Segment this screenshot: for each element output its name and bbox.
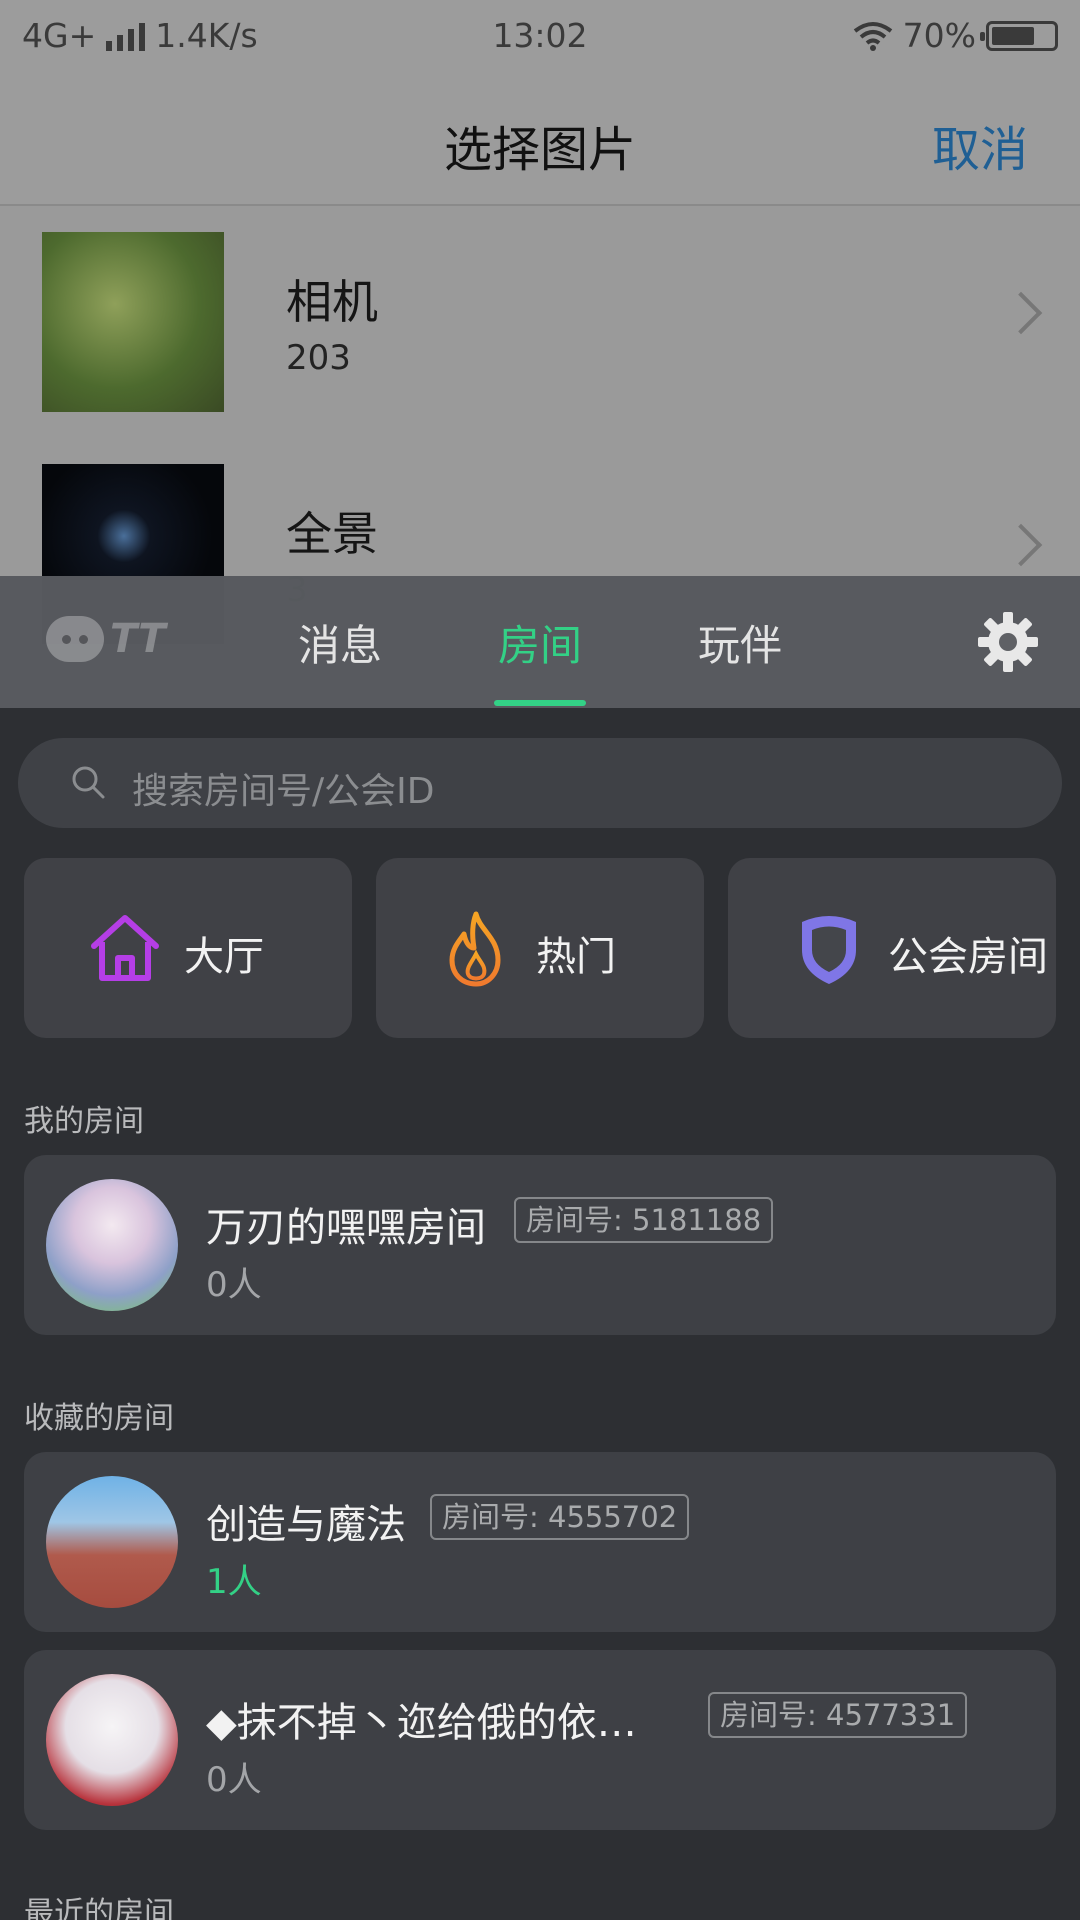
room-name: 万刃的嘿嘿房间 [206, 1205, 486, 1251]
shield-icon [802, 916, 856, 984]
avatar [46, 1179, 178, 1311]
avatar [46, 1674, 178, 1806]
search-input[interactable]: 搜索房间号/公会ID [18, 738, 1062, 828]
room-member-count: 1人 [206, 1562, 262, 1602]
room-id-badge: 房间号: 4555702 [430, 1494, 690, 1540]
active-tab-indicator [494, 700, 586, 706]
house-icon [91, 915, 159, 981]
hall-button[interactable]: 大厅 [24, 858, 352, 1038]
category-label: 公会房间 [888, 934, 1048, 980]
battery-percent: 70% [902, 16, 976, 55]
room-card[interactable]: 万刃的嘿嘿房间 房间号: 5181188 0人 [24, 1155, 1056, 1335]
status-bar: 4G+ 1.4K/s 13:02 70% [0, 0, 1080, 74]
room-name: ◆抹不掉丶迩给俄的依… [206, 1700, 637, 1746]
section-title-recent-rooms: 最近的房间 [24, 1896, 174, 1920]
room-member-count: 0人 [206, 1265, 262, 1305]
picker-header: 选择图片 取消 [0, 74, 1080, 206]
battery-icon [980, 20, 1058, 51]
flame-icon [449, 911, 501, 987]
section-title-favorite-rooms: 收藏的房间 [24, 1401, 174, 1436]
avatar [46, 1476, 178, 1608]
room-id-badge: 房间号: 5181188 [514, 1197, 774, 1243]
category-label: 热门 [536, 934, 616, 980]
page-title: 选择图片 [443, 122, 636, 178]
tab-messages[interactable]: 消息 [270, 612, 410, 673]
logo-text: TT [110, 616, 166, 662]
tt-logo: TT [46, 616, 166, 662]
status-right: 70% [853, 16, 1058, 55]
tab-playmates[interactable]: 玩伴 [670, 612, 810, 673]
room-member-count: 0人 [206, 1760, 262, 1800]
chat-bubble-icon [46, 616, 104, 662]
room-card[interactable]: ◆抹不掉丶迩给俄的依… 房间号: 4577331 0人 [24, 1650, 1056, 1830]
album-item-camera[interactable]: 相机 203 [0, 208, 1080, 440]
room-id-badge: 房间号: 4577331 [708, 1692, 968, 1738]
gear-icon[interactable] [976, 610, 1040, 674]
section-title-my-rooms: 我的房间 [24, 1104, 144, 1139]
chevron-right-icon [999, 291, 1043, 335]
hot-button[interactable]: 热门 [376, 858, 704, 1038]
wifi-icon [853, 21, 892, 51]
guild-rooms-button[interactable]: 公会房间 [728, 858, 1056, 1038]
album-name: 相机 [286, 275, 378, 329]
app-top-nav: TT 消息 房间 玩伴 [0, 576, 1080, 708]
album-count: 203 [286, 338, 351, 378]
room-card[interactable]: 创造与魔法 房间号: 4555702 1人 [24, 1452, 1056, 1632]
search-placeholder: 搜索房间号/公会ID [132, 771, 435, 812]
chevron-right-icon [999, 523, 1043, 567]
cancel-button[interactable]: 取消 [932, 110, 1028, 180]
album-name: 全景 [286, 507, 378, 561]
search-icon [72, 766, 105, 799]
album-thumbnail [42, 232, 240, 412]
tab-rooms[interactable]: 房间 [470, 612, 610, 673]
category-label: 大厅 [184, 934, 264, 980]
room-name: 创造与魔法 [206, 1502, 406, 1548]
